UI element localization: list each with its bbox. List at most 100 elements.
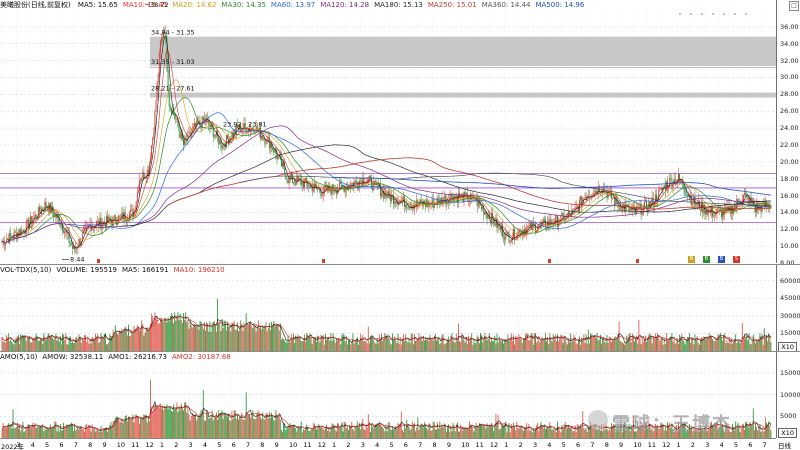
date-tick-38: 4 <box>547 441 552 449</box>
volume-bar <box>296 337 298 351</box>
volume-bar <box>526 333 528 351</box>
volume-bar <box>74 342 76 351</box>
volume-bar <box>241 323 243 351</box>
amount-bar <box>538 431 540 438</box>
candle-body <box>568 211 569 216</box>
volume-bar <box>561 335 563 351</box>
amount-bar <box>740 427 742 438</box>
volume-bar <box>63 334 65 351</box>
amount-bar <box>305 427 307 438</box>
trade-marker-icon[interactable]: B <box>703 256 710 263</box>
amount-bar <box>503 426 505 438</box>
amount-bar <box>377 423 379 438</box>
zone3-label: 28.21 - 27.61 <box>151 85 195 93</box>
period-label[interactable]: 日线 <box>778 440 791 450</box>
amount-bar <box>256 412 258 438</box>
candle-body <box>482 207 484 210</box>
volume-bar <box>396 343 398 351</box>
candle-body <box>696 203 698 206</box>
candle-body <box>213 134 215 137</box>
volume-bar <box>134 329 136 351</box>
trade-marker-icon[interactable]: B <box>688 256 695 263</box>
amount-bar <box>475 422 477 438</box>
candle-body <box>320 192 322 197</box>
candle-body <box>536 230 538 233</box>
price-pane[interactable]: 美曦股份(日线,前复权) MA5: 15.65 MA10: 15.45 MA20: … <box>0 0 800 267</box>
volume-bar <box>214 325 216 351</box>
volume-bar <box>328 336 330 351</box>
volume-bar <box>133 325 135 351</box>
volume-bar <box>88 343 90 351</box>
volume-bar <box>137 327 139 351</box>
amount-bar <box>751 425 753 438</box>
candle-body <box>79 239 81 245</box>
volume-bar <box>9 341 11 351</box>
volume-bar <box>650 334 652 351</box>
candle-body <box>162 37 164 39</box>
amount-bar <box>520 425 522 438</box>
candle-body <box>221 147 223 149</box>
amount-bar <box>518 428 520 438</box>
volume-pane[interactable]: VOL-TDX(5,10) VOLUME: 195519 MA5: 166191 MA… <box>0 265 800 352</box>
volume-bar <box>543 340 545 351</box>
volume-bar <box>183 313 184 351</box>
volume-bar <box>220 331 222 351</box>
top-dot <box>734 13 736 15</box>
volume-bar <box>326 339 327 351</box>
candle-body <box>69 242 71 244</box>
amount-bar <box>142 418 144 438</box>
volume-bar <box>285 342 287 351</box>
candle-body <box>443 195 445 200</box>
volume-bar <box>566 344 568 351</box>
trade-marker-icon[interactable]: B <box>718 256 725 263</box>
amount-bar <box>140 417 142 438</box>
amount-bar <box>9 424 11 438</box>
volume-bar <box>513 334 514 351</box>
volume-bar <box>491 337 492 351</box>
volume-bar <box>403 334 404 351</box>
trade-marker-icon[interactable]: S <box>733 256 740 263</box>
volume-bar <box>102 337 104 351</box>
volume-bar <box>449 342 451 351</box>
amount-bar <box>734 430 736 438</box>
volume-bar <box>99 341 101 351</box>
volume-bar <box>465 337 467 351</box>
volume-bar <box>444 343 446 351</box>
volume-bar <box>383 339 385 351</box>
candle-body <box>367 179 369 182</box>
volume-bar <box>598 339 600 351</box>
amount-bar <box>753 430 755 438</box>
amount-bar <box>123 420 125 438</box>
volume-bar <box>113 332 115 351</box>
volume-bar <box>20 334 22 351</box>
amount-bar <box>212 420 214 438</box>
collapse-button[interactable]: □ <box>789 1 799 11</box>
candle-body <box>394 201 396 204</box>
date-tick-13: 3 <box>188 441 193 449</box>
volume-bar <box>330 333 332 351</box>
amount-bar <box>14 427 16 438</box>
volume-bar <box>493 341 495 351</box>
amount-bar <box>45 429 47 438</box>
candle-body <box>527 225 529 228</box>
amount-bar <box>502 426 503 438</box>
volume-bar <box>29 335 30 351</box>
volume-bar <box>176 315 178 351</box>
amount-bar <box>178 405 180 438</box>
volume-plot[interactable] <box>0 265 776 351</box>
volume-bar <box>509 339 511 351</box>
volume-bar <box>35 333 37 351</box>
amount-bar <box>537 422 539 438</box>
amount-bar <box>287 426 289 438</box>
volume-bar <box>487 339 489 351</box>
volume-bar <box>263 328 265 351</box>
candle-body <box>572 209 574 211</box>
volume-bar <box>353 343 355 351</box>
volume-bar <box>659 340 661 351</box>
price-plot[interactable]: 38.72 34.84 - 31.35 31.35 - 31.03 28.21 - 2… <box>0 0 776 263</box>
amount-bar <box>388 422 390 438</box>
amount-bar <box>63 422 65 438</box>
volume-bar <box>739 343 741 351</box>
amount-bar <box>41 426 43 438</box>
candle-body <box>641 213 643 215</box>
